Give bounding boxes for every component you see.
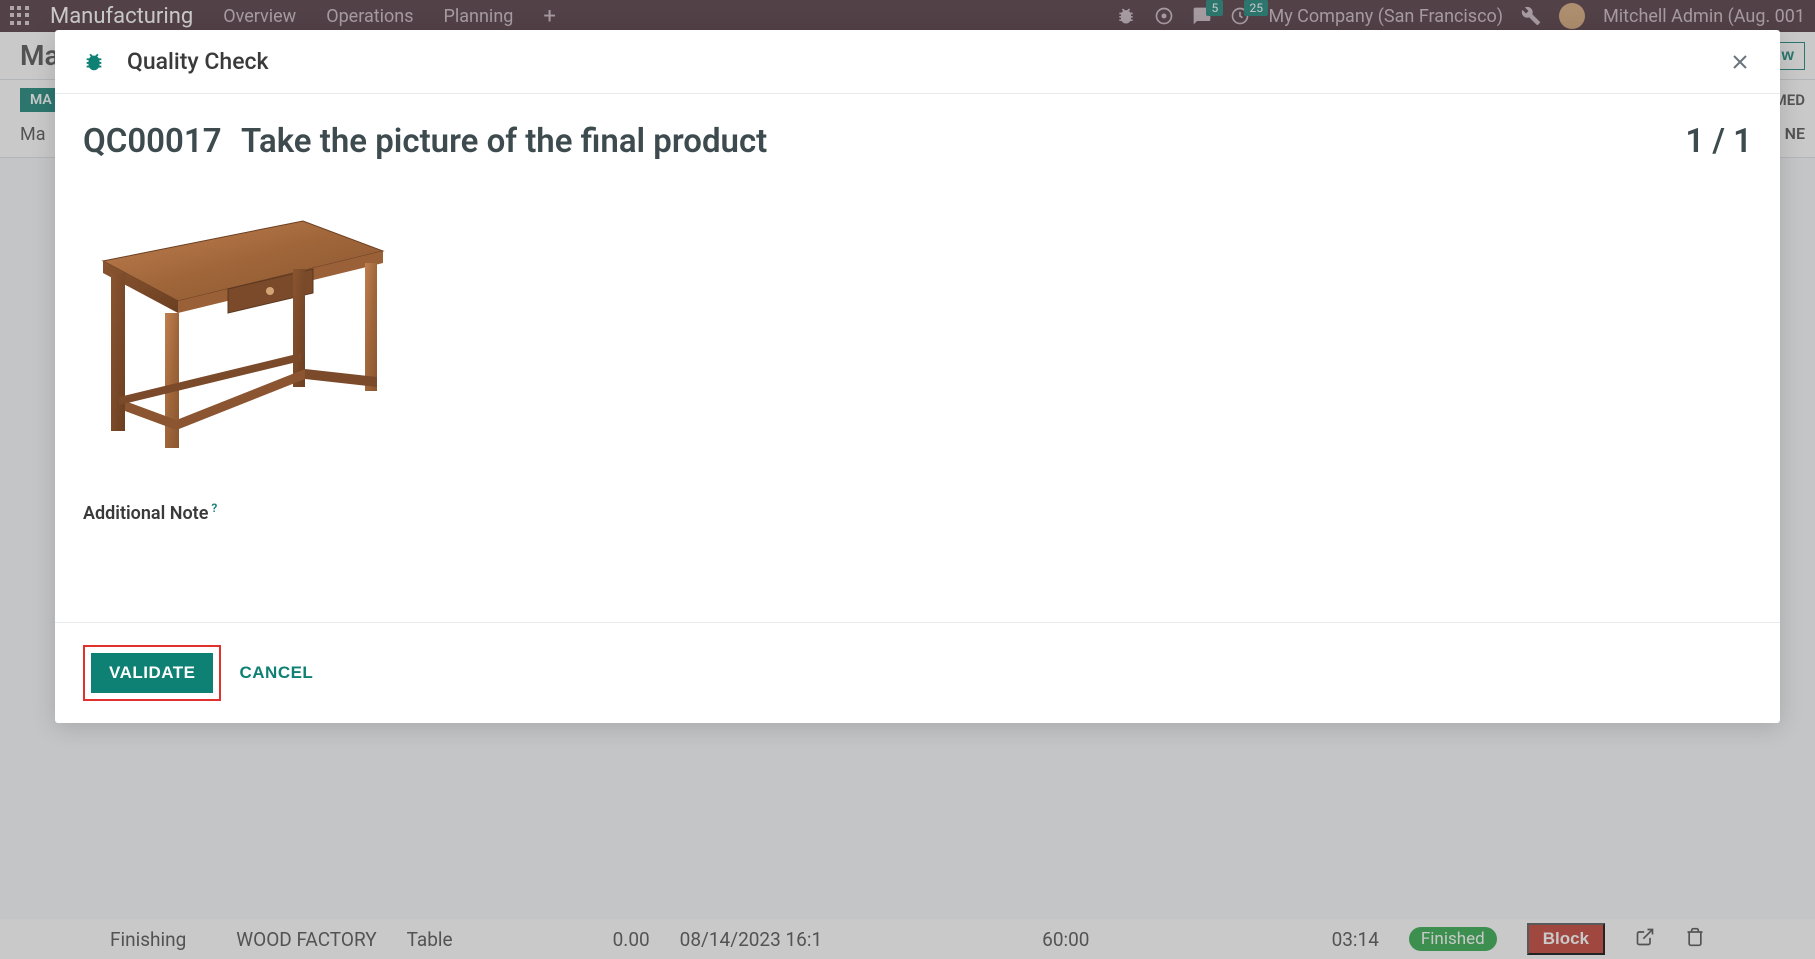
- bug-icon: [83, 51, 105, 73]
- validate-highlight: VALIDATE: [83, 645, 221, 701]
- modal-footer: VALIDATE CANCEL: [55, 622, 1780, 723]
- cancel-button[interactable]: CANCEL: [239, 663, 313, 683]
- product-image[interactable]: [83, 201, 393, 461]
- help-icon[interactable]: ?: [211, 501, 217, 515]
- modal-title: Quality Check: [127, 48, 269, 75]
- modal-body: QC00017 Take the picture of the final pr…: [55, 94, 1780, 622]
- additional-note-label: Additional Note?: [83, 501, 1752, 524]
- quality-check-modal: Quality Check QC00017 Take the picture o…: [55, 30, 1780, 723]
- validate-button[interactable]: VALIDATE: [91, 653, 213, 693]
- qc-heading: QC00017 Take the picture of the final pr…: [83, 122, 767, 161]
- qc-instruction: Take the picture of the final product: [241, 122, 767, 161]
- qc-counter: 1 / 1: [1685, 122, 1752, 161]
- close-icon[interactable]: [1728, 50, 1752, 74]
- modal-header: Quality Check: [55, 30, 1780, 94]
- qc-id: QC00017: [83, 122, 222, 161]
